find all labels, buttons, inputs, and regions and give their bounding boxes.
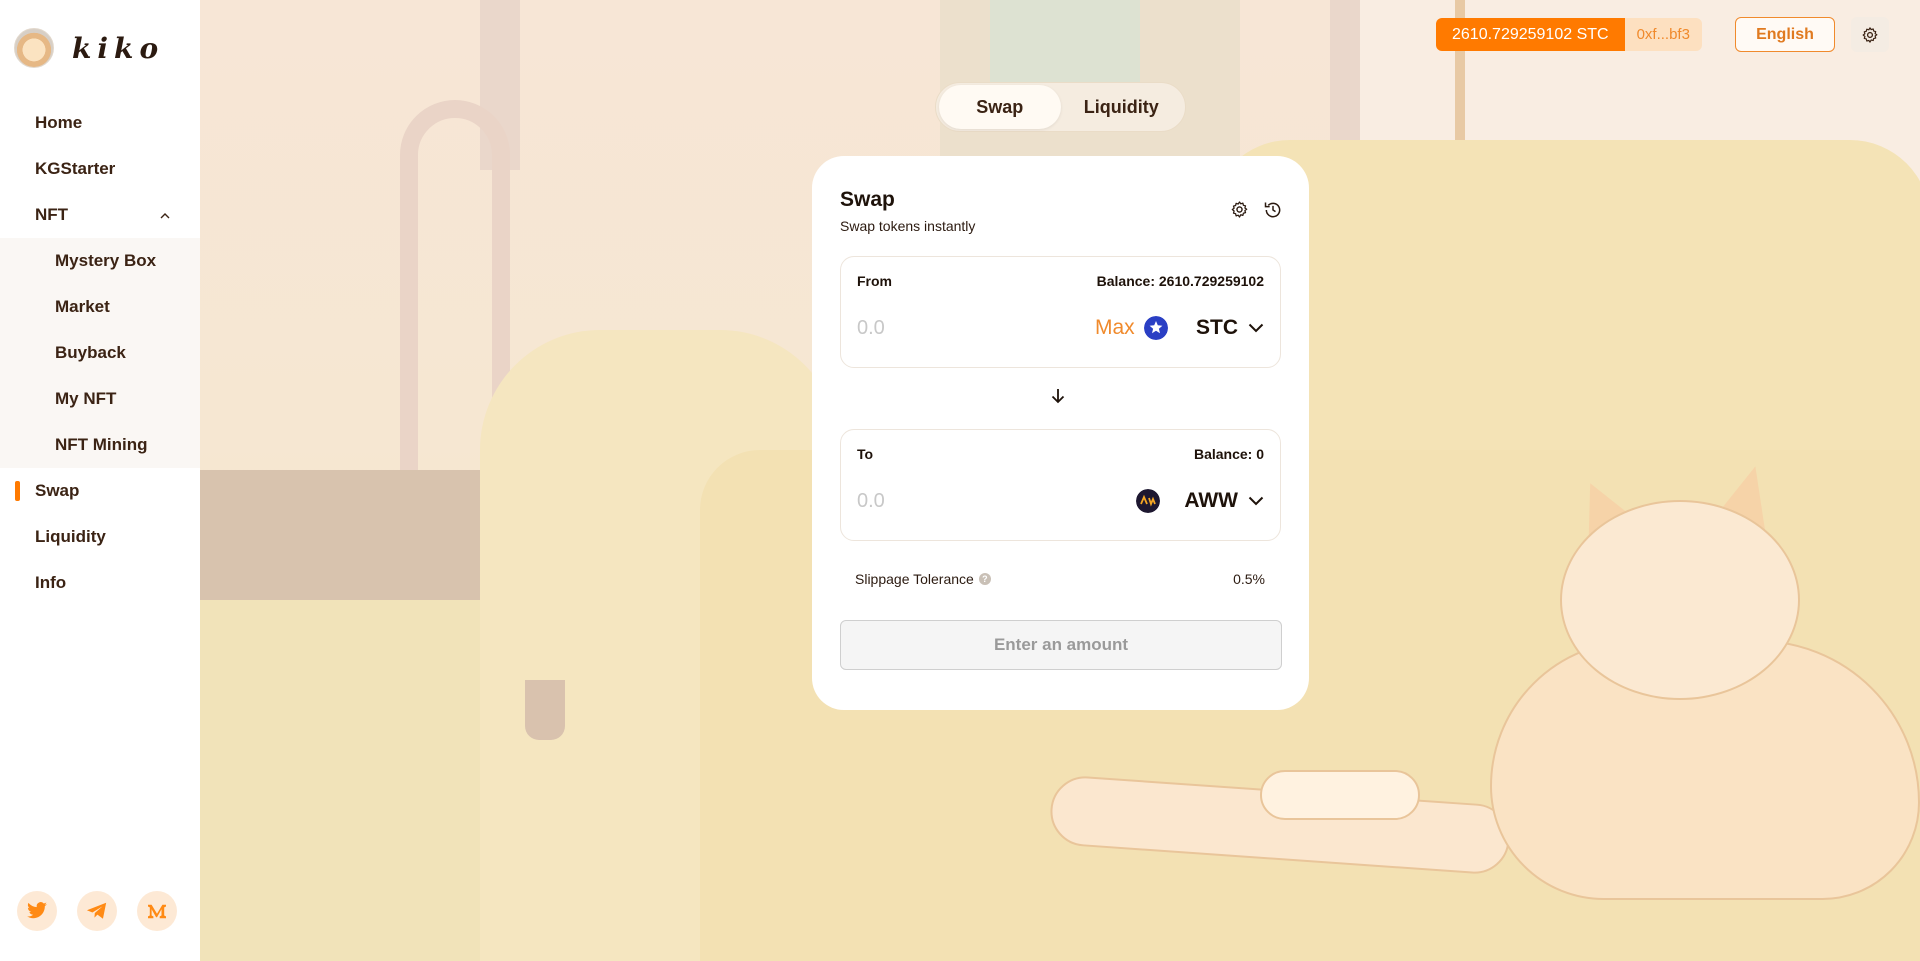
nft-submenu: Mystery Box Market Buyback My NFT NFT Mi… bbox=[0, 238, 200, 468]
account-pill[interactable]: 2610.729259102 STC 0xf...bf3 bbox=[1436, 18, 1702, 51]
swap-subtitle: Swap tokens instantly bbox=[840, 218, 976, 234]
swap-title: Swap bbox=[840, 188, 895, 211]
swap-card: Swap Swap tokens instantly From Balance:… bbox=[812, 156, 1309, 710]
aww-token-icon bbox=[1136, 489, 1161, 513]
swap-settings-icon[interactable] bbox=[1230, 200, 1249, 225]
wallet-address: 0xf...bf3 bbox=[1624, 18, 1702, 51]
nav-item-market[interactable]: Market bbox=[0, 284, 200, 330]
enter-amount-button[interactable]: Enter an amount bbox=[840, 620, 1282, 670]
history-icon[interactable] bbox=[1263, 200, 1283, 225]
main-nav: Home KGStarter NFT Mystery Box Market Bu… bbox=[0, 100, 200, 606]
from-balance: Balance: 2610.729259102 bbox=[1096, 273, 1264, 289]
from-label: From bbox=[857, 273, 892, 289]
nav-label: Swap bbox=[35, 481, 80, 500]
nav-item-info[interactable]: Info bbox=[0, 560, 200, 606]
slippage-value[interactable]: 0.5% bbox=[1233, 571, 1265, 587]
from-token-symbol: STC bbox=[1196, 316, 1238, 339]
brand[interactable]: kiko bbox=[14, 28, 164, 68]
to-panel: To Balance: 0 AWW bbox=[840, 429, 1281, 541]
nav-item-mystery-box[interactable]: Mystery Box bbox=[0, 238, 200, 284]
nav-label: NFT Mining bbox=[55, 435, 148, 454]
help-icon[interactable]: ? bbox=[978, 573, 991, 585]
chevron-down-icon bbox=[1248, 496, 1264, 506]
telegram-icon[interactable] bbox=[77, 891, 117, 931]
nav-item-home[interactable]: Home bbox=[0, 100, 200, 146]
nav-label: Mystery Box bbox=[55, 251, 157, 270]
to-label: To bbox=[857, 446, 874, 462]
tab-liquidity[interactable]: Liquidity bbox=[1061, 85, 1183, 129]
medium-icon[interactable] bbox=[137, 891, 177, 931]
nav-item-nft[interactable]: NFT bbox=[0, 192, 200, 238]
swap-card-actions bbox=[1230, 200, 1283, 225]
slippage-label-text: Slippage Tolerance bbox=[855, 571, 974, 587]
slippage-label: Slippage Tolerance ? bbox=[855, 571, 991, 587]
from-token-selector[interactable]: STC bbox=[1144, 313, 1264, 343]
stc-token-icon bbox=[1144, 316, 1168, 340]
to-balance: Balance: 0 bbox=[1193, 446, 1264, 462]
nav-label: My NFT bbox=[55, 389, 117, 408]
nav-label: Info bbox=[35, 573, 67, 592]
from-panel: From Balance: 2610.729259102 Max STC bbox=[840, 256, 1281, 368]
max-button[interactable]: Max bbox=[1095, 316, 1135, 340]
sidebar: kiko Home KGStarter NFT Mystery Box Mark… bbox=[0, 0, 200, 961]
switch-direction-icon[interactable] bbox=[1049, 387, 1067, 410]
nav-label: KGStarter bbox=[35, 159, 116, 178]
to-amount-input[interactable] bbox=[857, 486, 1037, 516]
nav-item-nft-mining[interactable]: NFT Mining bbox=[0, 422, 200, 468]
to-token-selector[interactable]: AWW bbox=[1136, 486, 1264, 516]
nav-label: Market bbox=[55, 297, 110, 316]
settings-button[interactable] bbox=[1851, 17, 1889, 52]
nav-item-swap[interactable]: Swap bbox=[0, 468, 200, 514]
gear-icon bbox=[1862, 26, 1878, 43]
twitter-icon[interactable] bbox=[17, 891, 57, 931]
nav-item-buyback[interactable]: Buyback bbox=[0, 330, 200, 376]
social-links bbox=[17, 891, 177, 931]
tab-swap[interactable]: Swap bbox=[939, 85, 1061, 129]
nav-item-kgstarter[interactable]: KGStarter bbox=[0, 146, 200, 192]
nav-item-my-nft[interactable]: My NFT bbox=[0, 376, 200, 422]
nav-label: Buyback bbox=[55, 343, 126, 362]
swap-liquidity-tabs: Swap Liquidity bbox=[935, 82, 1186, 132]
chevron-down-icon bbox=[1248, 323, 1264, 333]
language-button[interactable]: English bbox=[1735, 17, 1835, 52]
brand-name: kiko bbox=[72, 31, 165, 65]
kiko-logo bbox=[14, 28, 54, 68]
nav-label: Liquidity bbox=[35, 527, 106, 546]
chevron-up-icon bbox=[160, 208, 170, 222]
nav-item-liquidity[interactable]: Liquidity bbox=[0, 514, 200, 560]
nav-label: Home bbox=[35, 113, 83, 132]
to-token-symbol: AWW bbox=[1184, 489, 1238, 512]
from-amount-input[interactable] bbox=[857, 313, 1037, 343]
nav-label: NFT bbox=[35, 205, 69, 224]
wallet-balance: 2610.729259102 STC bbox=[1436, 18, 1625, 51]
